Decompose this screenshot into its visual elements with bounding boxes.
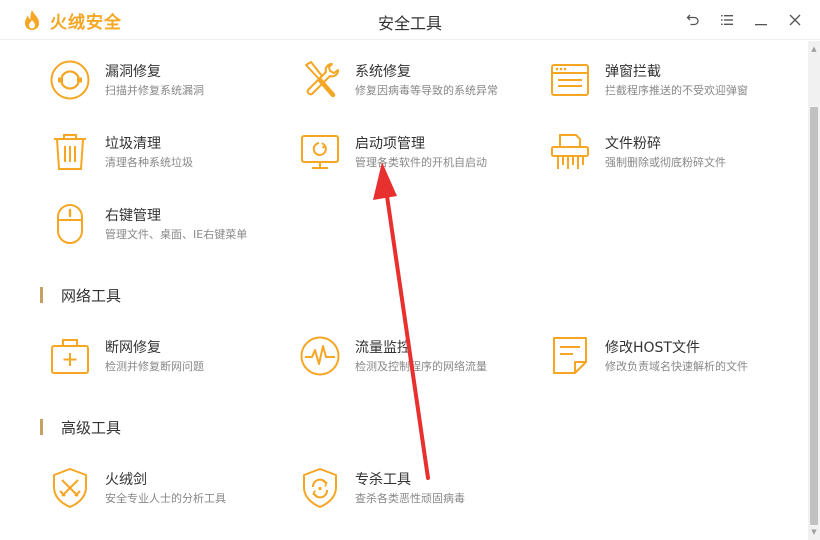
monitor-startup-icon	[301, 135, 339, 169]
scroll-down-arrow-icon[interactable]: ▼	[808, 526, 820, 538]
tool-edit-host-file[interactable]: 修改HOST文件 修改负责域名快速解析的文件	[549, 335, 789, 383]
tool-desc: 修改负责域名快速解析的文件	[605, 360, 748, 373]
tool-desc: 强制删除或彻底粉碎文件	[605, 156, 726, 169]
file-shredder-icon	[551, 134, 589, 169]
section-bar	[40, 287, 43, 303]
tool-desc: 检测并修复断网问题	[105, 360, 204, 373]
window-controls	[670, 9, 806, 31]
tool-desc: 管理各类软件的开机自启动	[355, 156, 487, 169]
host-file-icon	[553, 337, 587, 374]
traffic-monitor-icon	[300, 336, 340, 376]
section-bar	[40, 419, 43, 435]
tool-name: 启动项管理	[355, 136, 425, 152]
shield-refresh-icon	[303, 468, 337, 508]
vulnerability-repair-icon	[50, 60, 90, 100]
tool-name: 火绒剑	[105, 472, 147, 488]
close-button[interactable]	[784, 9, 806, 31]
tool-file-shredder[interactable]: 文件粉碎 强制删除或彻底粉碎文件	[549, 131, 789, 179]
menu-lines-icon	[721, 15, 733, 25]
tool-name: 垃圾清理	[105, 136, 161, 152]
tool-popup-blocker[interactable]: 弹窗拦截 拦截程序推送的不受欢迎弹窗	[549, 59, 789, 107]
mouse-icon	[57, 204, 83, 244]
trash-can-icon	[54, 134, 86, 170]
tool-startup-manager[interactable]: 启动项管理 管理各类软件的开机自启动	[299, 131, 539, 179]
tool-right-click-manager[interactable]: 右键管理 管理文件、桌面、IE右键菜单	[49, 203, 289, 251]
tool-desc: 修复因病毒等导致的系统异常	[355, 84, 498, 97]
tool-vulnerability-repair[interactable]: 漏洞修复 扫描并修复系统漏洞	[49, 59, 289, 107]
tool-name: 系统修复	[355, 64, 411, 80]
vertical-scrollbar[interactable]: ▲ ▼	[808, 41, 820, 540]
tool-system-repair[interactable]: 系统修复 修复因病毒等导致的系统异常	[299, 59, 539, 107]
minimize-icon	[755, 24, 767, 26]
tool-network-repair[interactable]: 断网修复 检测并修复断网问题	[49, 335, 289, 383]
tool-huorong-sword[interactable]: 火绒剑 安全专业人士的分析工具	[49, 467, 289, 515]
tool-dedicated-killer[interactable]: 专杀工具 查杀各类恶性顽固病毒	[299, 467, 539, 515]
scroll-thumb[interactable]	[810, 107, 818, 525]
scroll-up-arrow-icon[interactable]: ▲	[808, 43, 820, 55]
tool-name: 文件粉碎	[605, 136, 661, 152]
tool-traffic-monitor[interactable]: 流量监控 检测及控制程序的网络流量	[299, 335, 539, 383]
tool-name: 流量监控	[355, 340, 411, 356]
minimize-button[interactable]	[750, 9, 772, 31]
close-icon	[789, 14, 801, 26]
section-title: 高级工具	[61, 418, 122, 437]
title-bar: 火绒安全 安全工具	[0, 0, 820, 40]
menu-button[interactable]	[716, 9, 738, 31]
tool-desc: 扫描并修复系统漏洞	[105, 84, 204, 97]
tool-name: 漏洞修复	[105, 64, 161, 80]
section-title: 网络工具	[61, 286, 122, 305]
wrench-screwdriver-icon	[305, 61, 339, 98]
tool-name: 修改HOST文件	[605, 340, 700, 356]
tool-desc: 清理各种系统垃圾	[105, 156, 193, 169]
undo-arrow-icon	[686, 14, 699, 26]
section-network-tools: 网络工具	[40, 286, 122, 305]
tool-name: 弹窗拦截	[605, 64, 661, 80]
tool-name: 专杀工具	[355, 472, 411, 488]
tools-content: 漏洞修复 扫描并修复系统漏洞 系统修复 修复因病毒等导致的系统异常 弹窗拦截 拦…	[0, 41, 808, 540]
tool-name: 断网修复	[105, 340, 161, 356]
tool-junk-cleanup[interactable]: 垃圾清理 清理各种系统垃圾	[49, 131, 289, 179]
back-button[interactable]	[682, 9, 704, 31]
tool-desc: 管理文件、桌面、IE右键菜单	[105, 228, 248, 241]
tool-desc: 查杀各类恶性顽固病毒	[355, 492, 465, 505]
tool-desc: 拦截程序推送的不受欢迎弹窗	[605, 84, 748, 97]
popup-window-icon	[551, 64, 589, 96]
tool-desc: 检测及控制程序的网络流量	[355, 360, 487, 373]
shield-swords-icon	[53, 468, 87, 508]
section-advanced-tools: 高级工具	[40, 418, 122, 437]
first-aid-kit-icon	[51, 339, 89, 374]
tool-name: 右键管理	[105, 208, 161, 224]
tool-desc: 安全专业人士的分析工具	[105, 492, 226, 505]
